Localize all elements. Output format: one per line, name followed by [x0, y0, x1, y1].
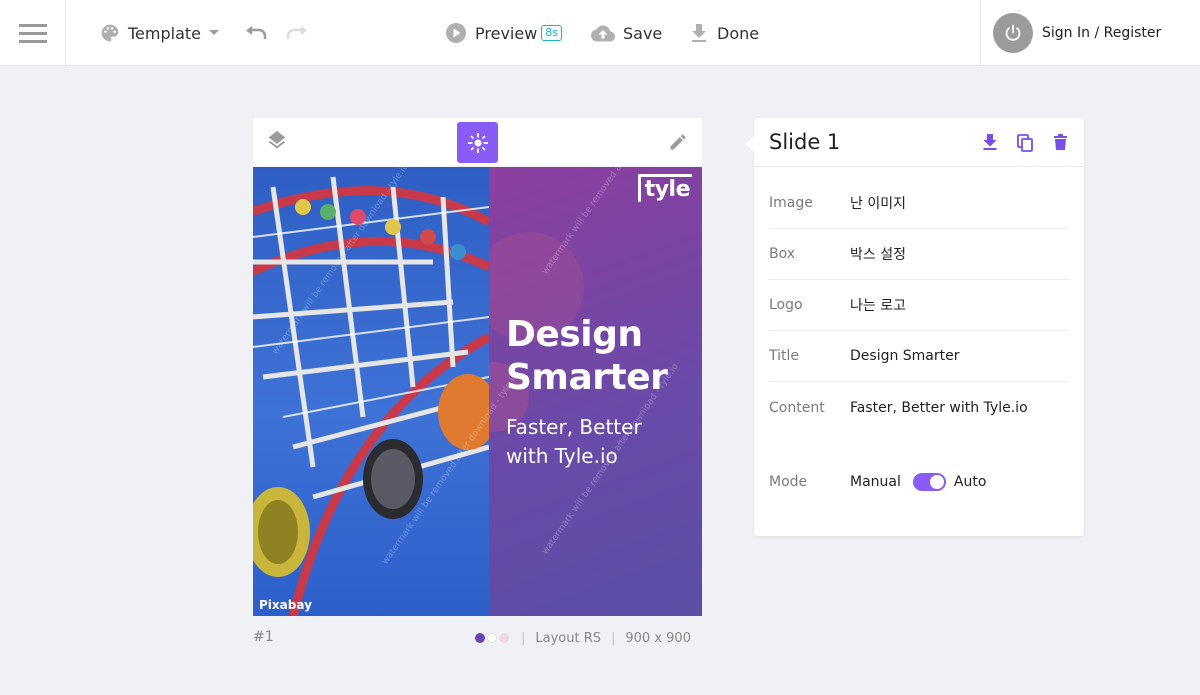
mode-manual-label[interactable]: Manual — [850, 474, 901, 490]
focus-point-button[interactable] — [457, 122, 498, 163]
layout-label[interactable]: Layout RS — [535, 631, 601, 646]
tyle-logo: tyle — [637, 174, 692, 202]
download-icon — [983, 134, 997, 150]
property-label: Box — [769, 246, 796, 262]
redo-icon — [286, 26, 307, 39]
preview-duration-badge: 8s — [541, 25, 563, 41]
property-value: 난 이미지 — [850, 196, 906, 212]
mode-label: Mode — [769, 474, 808, 490]
duplicate-slide-button[interactable] — [1017, 134, 1033, 156]
panel-pointer — [746, 136, 754, 152]
sign-in-register-button[interactable]: Sign In / Register — [980, 0, 1200, 66]
mode-toggle[interactable] — [912, 473, 946, 491]
hamburger-icon — [18, 24, 47, 43]
delete-slide-button[interactable] — [1054, 134, 1067, 154]
done-label: Done — [717, 23, 760, 43]
divider: | — [521, 630, 526, 646]
undo-button[interactable] — [245, 0, 267, 66]
property-label: Image — [769, 195, 813, 211]
color-swatch[interactable] — [499, 633, 509, 643]
property-row-title[interactable]: Title Design Smarter — [769, 331, 1069, 382]
done-button[interactable]: Done — [691, 0, 759, 66]
property-value: Faster, Better with Tyle.io — [850, 399, 1028, 416]
template-dropdown[interactable]: Template — [100, 0, 220, 66]
redo-button[interactable] — [286, 0, 308, 66]
pencil-icon — [670, 134, 686, 150]
preview-label: Preview — [475, 23, 538, 43]
card-meta: | Layout RS | 900 x 900 — [475, 629, 691, 647]
property-row-image[interactable]: Image 난 이미지 — [769, 178, 1069, 229]
center-focus-icon — [467, 132, 488, 153]
color-swatch[interactable] — [487, 633, 497, 643]
mode-auto-label[interactable]: Auto — [954, 474, 987, 490]
top-bar: Template Preview 8s Save Done Sign In / … — [0, 0, 1200, 66]
panel-title: Slide 1 — [769, 130, 841, 154]
download-slide-button[interactable] — [983, 134, 997, 154]
slide-properties-panel: Slide 1 Image 난 이미지 Box 박스 설정 Logo 나는 로고… — [746, 118, 1084, 536]
photo-credit: Pixabay — [259, 598, 312, 612]
property-row-box[interactable]: Box 박스 설정 — [769, 229, 1069, 280]
palette-icon — [101, 24, 119, 42]
divider: | — [611, 630, 616, 646]
property-label: Content — [769, 399, 825, 416]
property-row-logo[interactable]: Logo 나는 로고 — [769, 280, 1069, 331]
preview-button[interactable]: Preview 8s — [445, 0, 563, 66]
property-row-content[interactable]: Content Faster, Better with Tyle.io — [769, 382, 1069, 433]
slide-content-line: Faster, Better — [506, 415, 642, 439]
save-label: Save — [623, 23, 663, 43]
chevron-down-icon — [209, 30, 220, 35]
property-value: Design Smarter — [850, 348, 960, 364]
background-photo — [253, 167, 498, 616]
layers-button[interactable] — [265, 118, 289, 166]
copy-icon — [1017, 134, 1033, 152]
trash-icon — [1054, 134, 1067, 150]
undo-icon — [246, 26, 267, 39]
power-icon — [1005, 24, 1021, 41]
property-label: Logo — [769, 297, 803, 313]
property-value: 박스 설정 — [850, 247, 906, 263]
menu-button[interactable] — [0, 0, 66, 66]
avatar — [993, 13, 1033, 53]
property-label: Title — [769, 348, 800, 364]
color-swatch[interactable] — [475, 633, 485, 643]
card-number: #1 — [253, 629, 274, 645]
template-label: Template — [128, 23, 202, 43]
ferris-wheel-image — [253, 176, 498, 616]
layers-icon — [268, 131, 286, 149]
cloud-upload-icon — [591, 25, 615, 41]
save-button[interactable]: Save — [591, 0, 662, 66]
play-circle-icon — [446, 23, 466, 43]
slide-canvas[interactable]: tyle Design Smarter Faster, Better with … — [253, 167, 702, 616]
download-icon — [692, 24, 706, 42]
slide-title-line: Design — [506, 314, 643, 355]
card-toolbar — [253, 118, 702, 166]
panel-header: Slide 1 — [754, 118, 1084, 167]
toggle-knob — [929, 475, 944, 489]
size-label: 900 x 900 — [625, 630, 691, 646]
mode-row: Mode Manual Auto — [769, 470, 1069, 494]
sign-in-label: Sign In / Register — [1042, 25, 1162, 41]
property-value: 나는 로고 — [850, 298, 906, 314]
edit-button[interactable] — [666, 118, 690, 166]
